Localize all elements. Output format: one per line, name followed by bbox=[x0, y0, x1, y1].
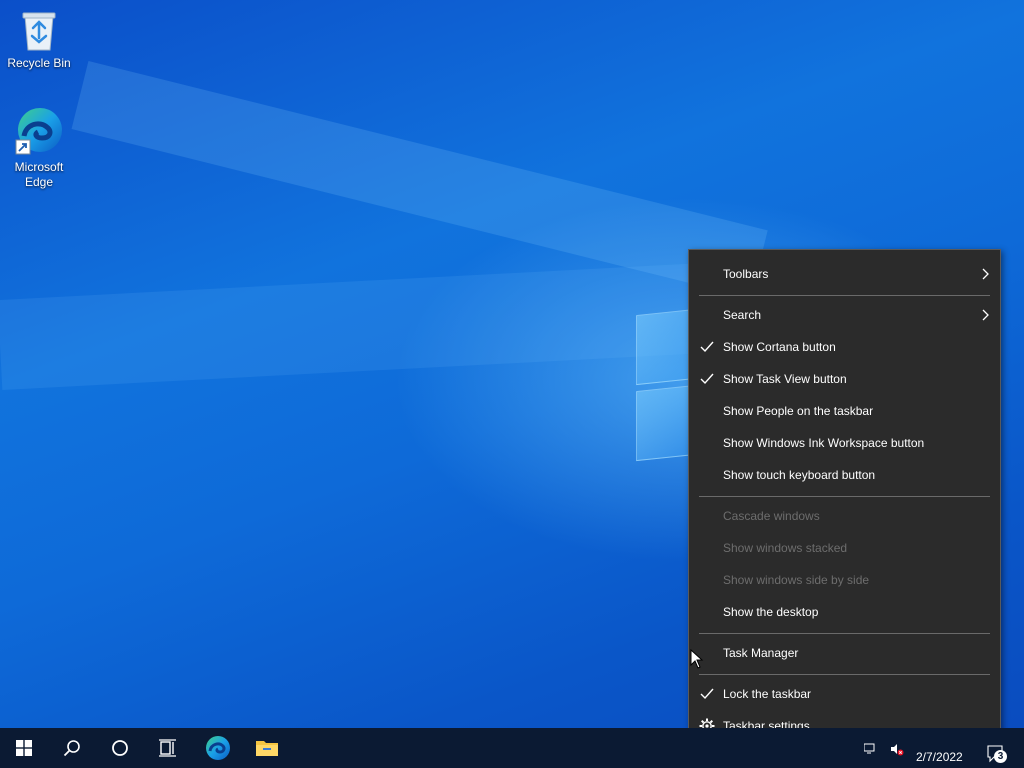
recycle-bin-label: Recycle Bin bbox=[7, 56, 71, 70]
volume-muted-icon[interactable] bbox=[890, 742, 904, 756]
notification-count-badge: 3 bbox=[994, 750, 1007, 763]
mouse-cursor-icon bbox=[690, 649, 704, 669]
menu-item-task-manager[interactable]: Task Manager bbox=[689, 637, 1000, 669]
menu-item-label: Toolbars bbox=[723, 267, 769, 281]
menu-item-label: Task Manager bbox=[723, 646, 799, 660]
menu-item-search[interactable]: Search bbox=[689, 299, 1000, 331]
menu-separator bbox=[699, 496, 990, 497]
menu-separator bbox=[699, 295, 990, 296]
menu-item-show-the-desktop[interactable]: Show the desktop bbox=[689, 596, 1000, 628]
taskbar-context-menu: Toolbars Search Show Cortana button Show… bbox=[688, 249, 1001, 751]
menu-item-label: Search bbox=[723, 308, 762, 322]
tray-date[interactable]: 2/7/2022 bbox=[916, 750, 963, 764]
menu-separator bbox=[699, 674, 990, 675]
start-button[interactable] bbox=[0, 728, 48, 768]
menu-item-label: Show Windows Ink Workspace button bbox=[723, 436, 925, 450]
menu-item-show-people[interactable]: Show People on the taskbar bbox=[689, 395, 1000, 427]
cortana-circle-icon bbox=[112, 740, 128, 756]
menu-item-lock-the-taskbar[interactable]: Lock the taskbar bbox=[689, 678, 1000, 710]
menu-item-label: Show windows side by side bbox=[723, 573, 870, 587]
menu-item-cascade-windows: Cascade windows bbox=[689, 500, 1000, 532]
menu-item-show-windows-ink[interactable]: Show Windows Ink Workspace button bbox=[689, 427, 1000, 459]
edge-icon bbox=[14, 106, 64, 156]
light-beam bbox=[71, 61, 768, 299]
checkmark-icon bbox=[700, 688, 714, 700]
menu-item-toolbars[interactable]: Toolbars bbox=[689, 258, 1000, 290]
menu-item-label: Cascade windows bbox=[723, 509, 820, 523]
checkmark-icon bbox=[700, 341, 714, 353]
taskbar[interactable]: 2/7/2022 3 bbox=[0, 728, 1024, 768]
task-view-button[interactable] bbox=[144, 728, 192, 768]
recycle-bin-icon bbox=[19, 8, 59, 52]
menu-separator bbox=[699, 633, 990, 634]
menu-item-show-touch-keyboard[interactable]: Show touch keyboard button bbox=[689, 459, 1000, 491]
menu-item-show-task-view-button[interactable]: Show Task View button bbox=[689, 363, 1000, 395]
menu-item-label: Show touch keyboard button bbox=[723, 468, 876, 482]
cortana-button[interactable] bbox=[96, 728, 144, 768]
edge-taskbar-button[interactable] bbox=[194, 728, 242, 768]
recycle-bin-desktop-icon[interactable]: Recycle Bin bbox=[1, 8, 77, 71]
search-button[interactable] bbox=[48, 728, 96, 768]
edge-desktop-icon[interactable]: Microsoft Edge bbox=[1, 106, 77, 190]
menu-item-label: Show Cortana button bbox=[723, 340, 836, 354]
menu-item-label: Show windows stacked bbox=[723, 541, 848, 555]
edge-icon bbox=[206, 736, 230, 760]
menu-item-label: Show Task View button bbox=[723, 372, 847, 386]
file-explorer-taskbar-button[interactable] bbox=[243, 728, 291, 768]
light-beam bbox=[0, 263, 702, 390]
checkmark-icon bbox=[700, 373, 714, 385]
menu-item-show-cortana-button[interactable]: Show Cortana button bbox=[689, 331, 1000, 363]
action-center-button[interactable]: 3 bbox=[986, 744, 1007, 764]
menu-item-label: Lock the taskbar bbox=[723, 687, 812, 701]
menu-item-show-windows-side-by-side: Show windows side by side bbox=[689, 564, 1000, 596]
task-view-icon bbox=[159, 739, 176, 757]
network-icon[interactable] bbox=[864, 742, 878, 754]
search-icon bbox=[63, 740, 80, 757]
menu-item-show-windows-stacked: Show windows stacked bbox=[689, 532, 1000, 564]
chevron-right-icon bbox=[982, 309, 989, 321]
menu-item-label: Show the desktop bbox=[723, 605, 819, 619]
menu-item-label: Show People on the taskbar bbox=[723, 404, 874, 418]
edge-label: Microsoft Edge bbox=[14, 160, 64, 189]
windows-start-icon bbox=[16, 740, 32, 756]
chevron-right-icon bbox=[982, 268, 989, 280]
file-explorer-icon bbox=[256, 741, 278, 756]
